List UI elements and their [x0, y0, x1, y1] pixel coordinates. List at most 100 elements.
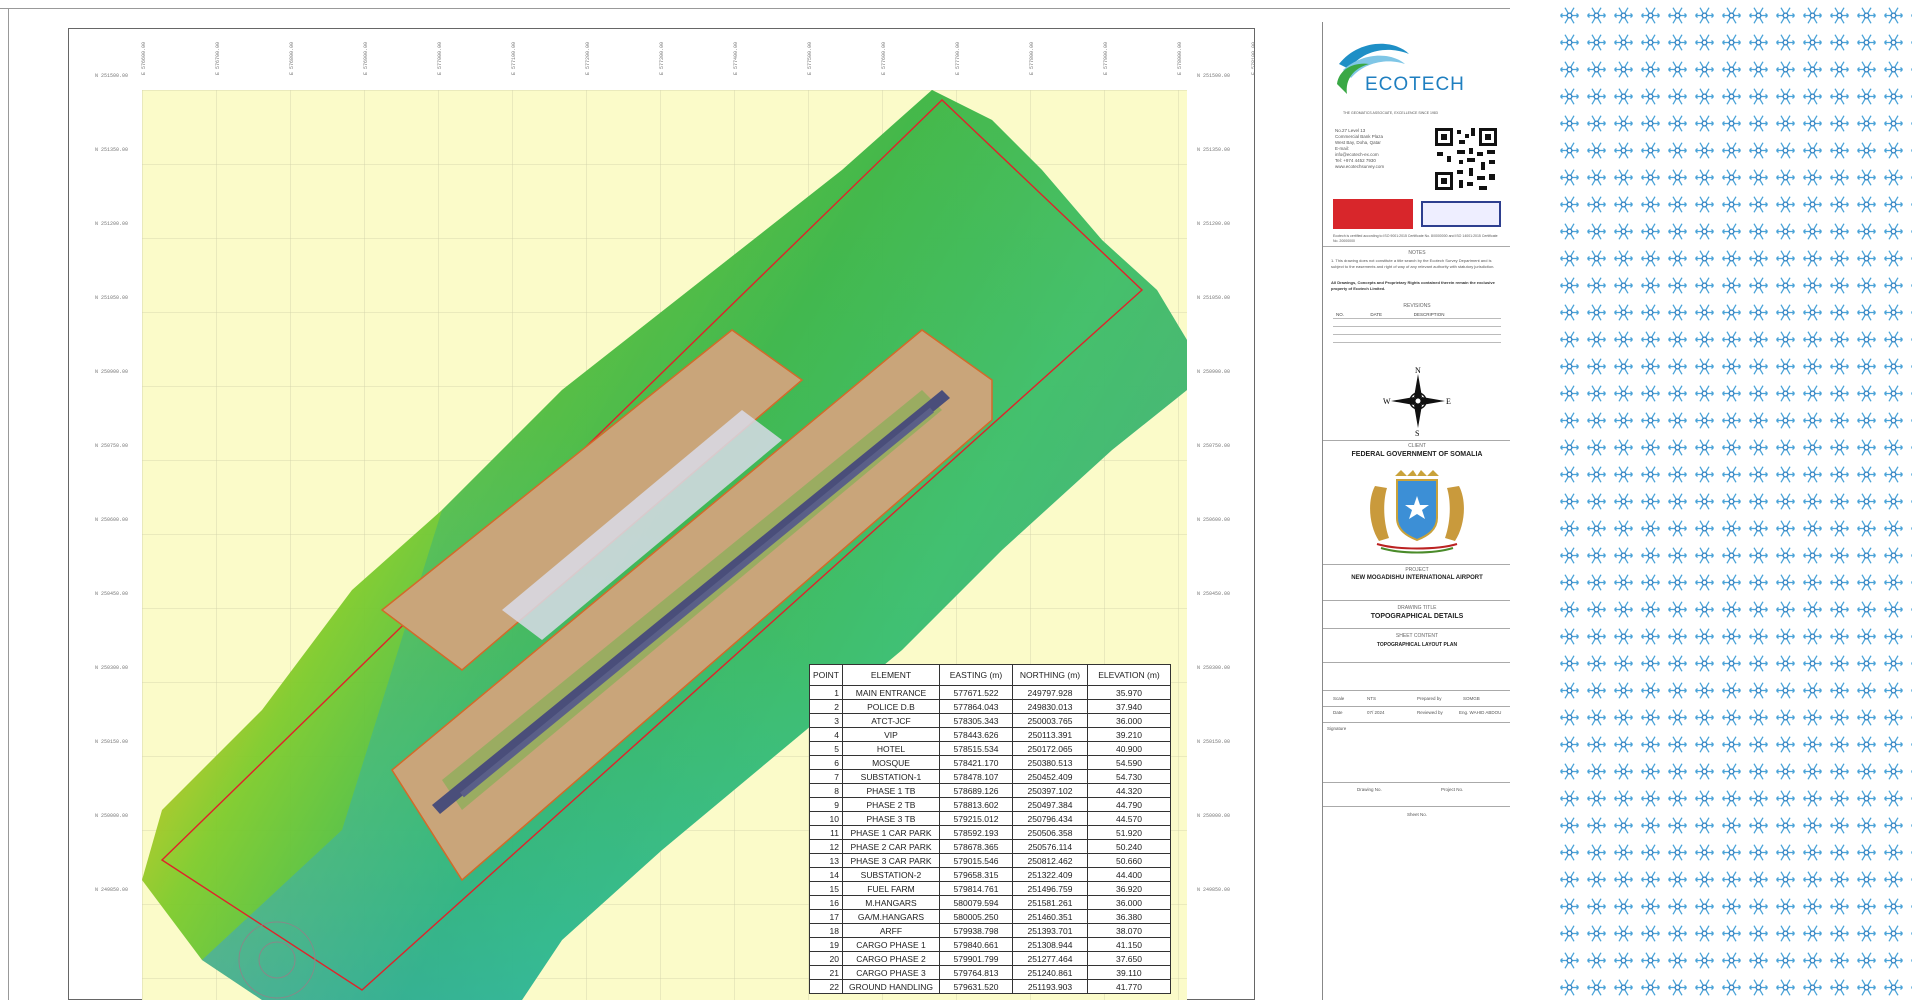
somalia-coat-of-arms: [1370, 470, 1464, 554]
table-cell: 44.400: [1086, 867, 1171, 882]
easting-label: E 577100.00: [511, 41, 517, 75]
table-cell: 14: [809, 867, 843, 882]
northing-label-right: N 250900.00: [1197, 369, 1231, 375]
table-cell: 250452.409: [1011, 769, 1088, 784]
certification-logos: [1333, 199, 1413, 229]
table-cell: CARGO PHASE 1: [841, 937, 940, 952]
table-cell: 21: [809, 965, 843, 980]
drawing-no-label: Drawing No.: [1357, 787, 1382, 792]
table-cell: 251496.759: [1011, 881, 1088, 896]
prepared-label: Prepared by: [1417, 696, 1442, 701]
svg-text:S: S: [1415, 429, 1419, 436]
northing-label-right: N 250300.00: [1197, 665, 1231, 671]
ecotech-logo: ECOTECH: [1337, 43, 1465, 95]
table-cell: 580079.594: [938, 895, 1013, 910]
table-cell: 6: [809, 755, 843, 770]
table-cell: 37.940: [1086, 699, 1171, 714]
table-cell: 578305.343: [938, 713, 1013, 728]
table-cell: 8: [809, 783, 843, 798]
qr-code: [1433, 126, 1499, 192]
easting-label: E 576800.00: [289, 41, 295, 75]
northing-label-right: N 251200.00: [1197, 221, 1231, 227]
table-cell: 578443.626: [938, 727, 1013, 742]
table-cell: 36.000: [1086, 713, 1171, 728]
svg-text:ECOTECH: ECOTECH: [1365, 74, 1465, 95]
table-cell: 54.730: [1086, 769, 1171, 784]
easting-label: E 577400.00: [733, 41, 739, 75]
client-label: CLIENT: [1408, 443, 1426, 449]
easting-label: E 576700.00: [215, 41, 221, 75]
decorative-pattern-background: [1510, 0, 1912, 1000]
table-cell: SUBSTATION-2: [841, 867, 940, 882]
scale-value: NTS: [1367, 696, 1376, 701]
table-cell: 250397.102: [1011, 783, 1088, 798]
date-label: Date: [1333, 710, 1343, 715]
reviewed-value: Eng. WAHID ABDOU: [1459, 710, 1502, 715]
table-cell: 41.770: [1086, 979, 1171, 994]
signature-label: Signature: [1327, 726, 1347, 731]
points-table-header: POINT ELEMENT EASTING (m) NORTHING (m) E…: [809, 664, 1171, 686]
cert-text: Ecotech is certified according to ISO 90…: [1333, 234, 1498, 243]
northing-label-left: N 250000.00: [95, 813, 129, 819]
table-row: 6 MOSQUE 578421.170 250380.513 54.590: [809, 755, 1171, 770]
table-cell: 579814.761: [938, 881, 1013, 896]
table-cell: 250497.384: [1011, 797, 1088, 812]
table-cell: 251240.861: [1011, 965, 1088, 980]
table-cell: POLICE D.B: [841, 699, 940, 714]
table-cell: GA/M.HANGARS: [841, 909, 940, 924]
northing-label-right: N 251050.00: [1197, 295, 1231, 301]
table-cell: 12: [809, 839, 843, 854]
table-cell: 579015.546: [938, 853, 1013, 868]
table-cell: 579658.315: [938, 867, 1013, 882]
table-cell: PHASE 3 CAR PARK: [841, 853, 940, 868]
prepared-value: SOMGB: [1463, 696, 1480, 701]
table-cell: 251460.351: [1011, 909, 1088, 924]
table-row: 10 PHASE 3 TB 579215.012 250796.434 44.570: [809, 811, 1171, 826]
table-cell: 50.660: [1086, 853, 1171, 868]
northing-label-left: N 250600.00: [95, 517, 129, 523]
table-cell: 5: [809, 741, 843, 756]
snowflake-pattern: [1556, 0, 1912, 1000]
northing-label-left: N 249850.00: [95, 887, 129, 893]
table-cell: 1: [809, 685, 843, 700]
table-cell: 3: [809, 713, 843, 728]
table-cell: PHASE 1 TB: [841, 783, 940, 798]
table-cell: 580005.250: [938, 909, 1013, 924]
table-cell: 249797.928: [1011, 685, 1088, 700]
table-cell: 250812.462: [1011, 853, 1088, 868]
table-cell: 579938.798: [938, 923, 1013, 938]
reviewed-label: Reviewed by: [1417, 710, 1443, 715]
northing-label-right: N 250750.00: [1197, 443, 1231, 449]
northing-label-left: N 250900.00: [95, 369, 129, 375]
north-arrow-icon: N S W E: [1383, 366, 1451, 436]
table-cell: ARFF: [841, 923, 940, 938]
notes-2: All Drawings, Concepts and Proprietary R…: [1331, 280, 1495, 291]
table-cell: 39.110: [1086, 965, 1171, 980]
table-cell: 579215.012: [938, 811, 1013, 826]
easting-label: E 577500.00: [807, 41, 813, 75]
drawing-sheet: E 576600.00 E 576700.00 E 576800.00 E 57690…: [0, 0, 1511, 1000]
sheet-left-border: [8, 8, 9, 1000]
table-cell: 579840.661: [938, 937, 1013, 952]
table-cell: 7: [809, 769, 843, 784]
easting-label: E 577200.00: [585, 41, 591, 75]
table-cell: 578678.365: [938, 839, 1013, 854]
points-table-body: 1 MAIN ENTRANCE 577671.522 249797.928 35.970…: [809, 685, 1171, 994]
company-address: No.27 Level 13 Commercial Bank Plaza West …: [1335, 128, 1423, 170]
northing-label-left: N 251200.00: [95, 221, 129, 227]
table-row: 7 SUBSTATION-1 578478.107 250452.409 54.730: [809, 769, 1171, 784]
table-cell: PHASE 2 TB: [841, 797, 940, 812]
table-row: 22 GROUND HANDLING 579631.520 251193.903 41.…: [809, 979, 1171, 994]
table-cell: 251581.261: [1011, 895, 1088, 910]
northing-label-right: N 250600.00: [1197, 517, 1231, 523]
northing-label-left: N 251350.00: [95, 147, 129, 153]
table-cell: 251393.701: [1011, 923, 1088, 938]
table-row: 19 CARGO PHASE 1 579840.661 251308.944 41.15…: [809, 937, 1171, 952]
table-cell: 20: [809, 951, 843, 966]
table-cell: 11: [809, 825, 843, 840]
table-cell: 250380.513: [1011, 755, 1088, 770]
table-cell: 51.920: [1086, 825, 1171, 840]
table-cell: 37.650: [1086, 951, 1171, 966]
table-row: 17 GA/M.HANGARS 580005.250 251460.351 36.380: [809, 909, 1171, 924]
table-cell: 22: [809, 979, 843, 994]
